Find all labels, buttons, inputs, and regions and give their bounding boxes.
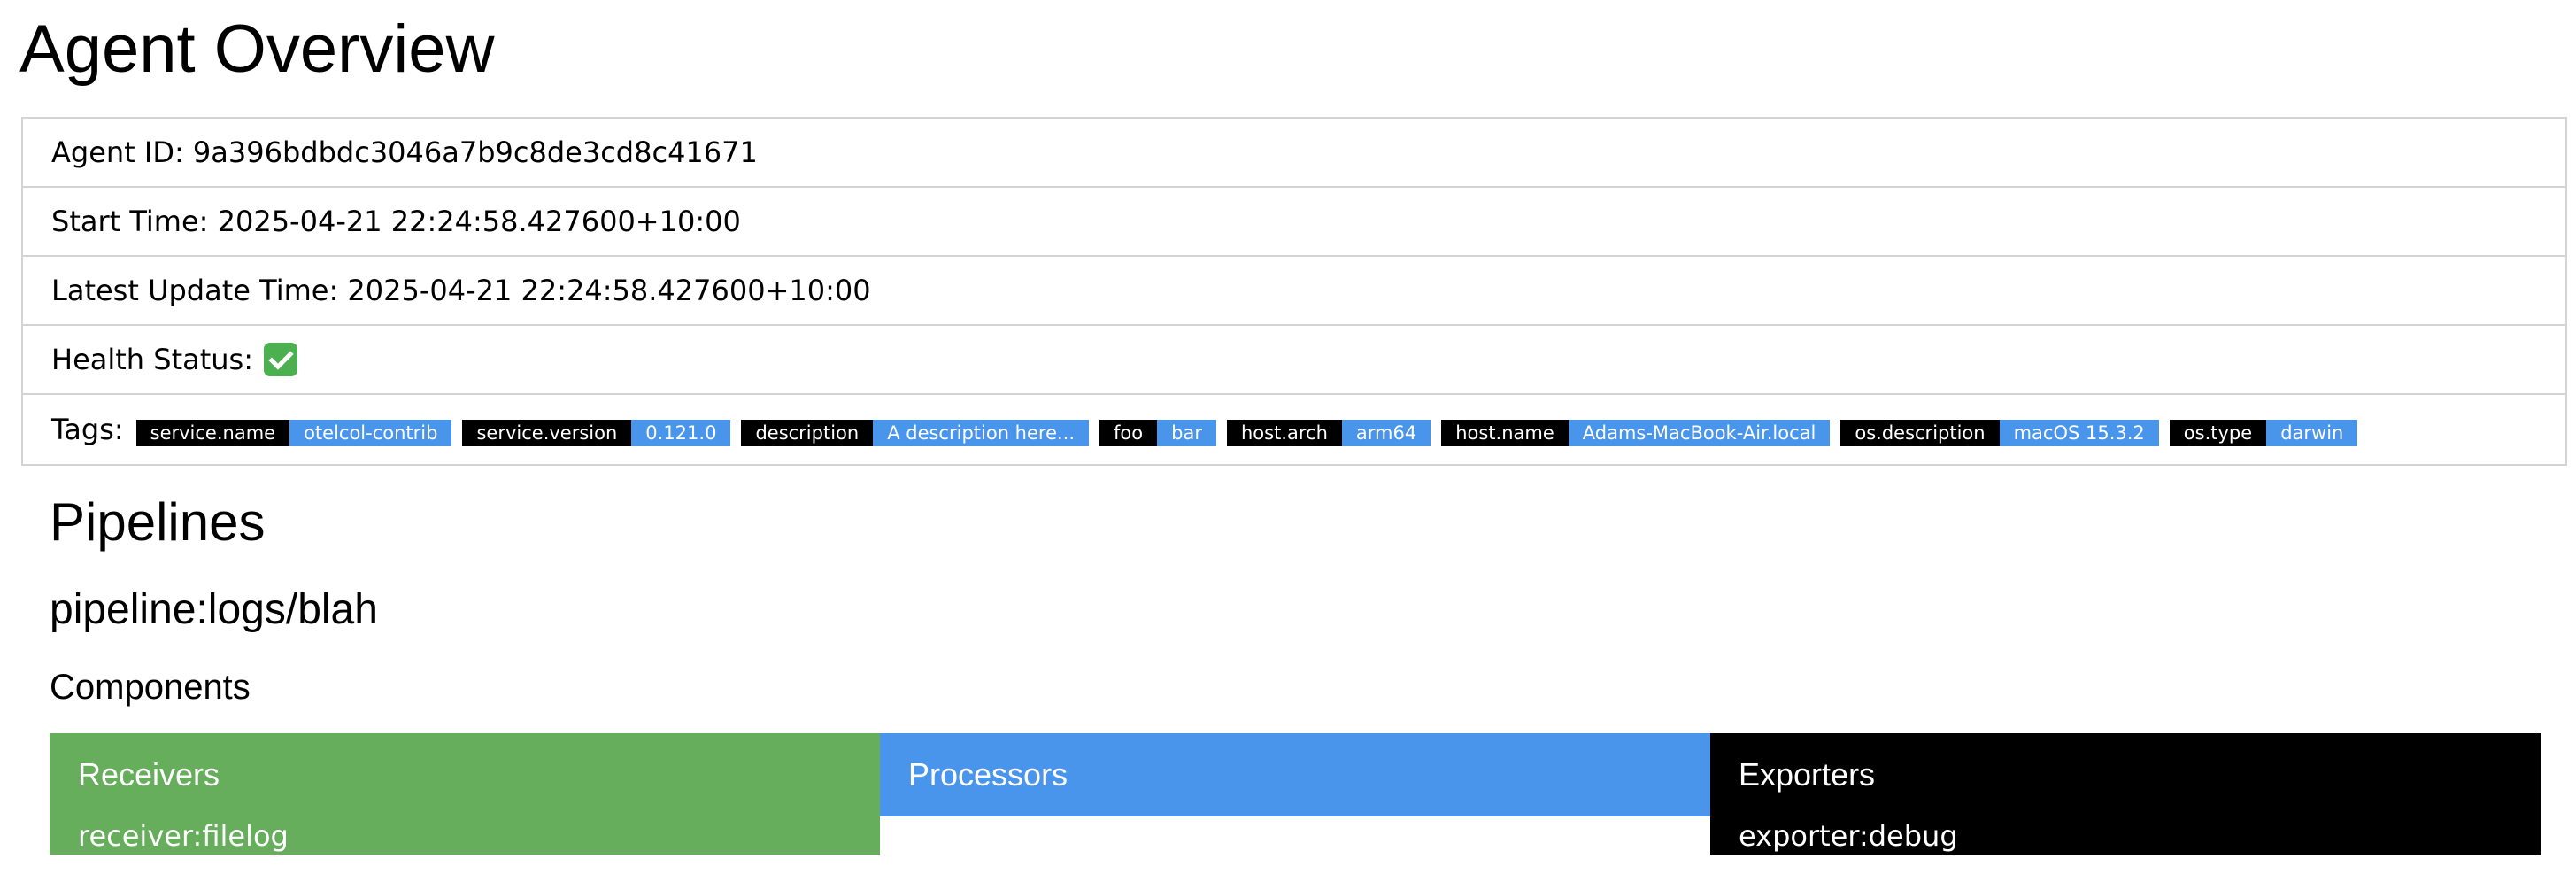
processors-panel: Processors <box>880 733 1710 816</box>
tag-badge: description A description here... <box>741 420 1090 446</box>
tag-badge: foo bar <box>1099 420 1216 446</box>
processors-title: Processors <box>908 756 1068 793</box>
pipeline-name: pipeline:logs/blah <box>50 586 378 633</box>
tag-value: arm64 <box>1341 420 1431 446</box>
latest-update-row: Latest Update Time: 2025-04-21 22:24:58.… <box>23 257 2565 326</box>
tag-badge: service.version 0.121.0 <box>462 420 731 446</box>
tag-value: Adams-MacBook-Air.local <box>1568 420 1831 446</box>
tag-badge: service.name otelcol-contrib <box>135 420 452 446</box>
tag-value: A description here... <box>873 420 1090 446</box>
tag-badge: os.type darwin <box>2169 420 2358 446</box>
tag-value: otelcol-contrib <box>289 420 452 446</box>
health-status-label: Health Status: <box>51 343 253 376</box>
pipelines-heading: Pipelines <box>50 492 266 552</box>
agent-info-list: Agent ID: 9a396bdbdc3046a7b9c8de3cd8c416… <box>21 117 2567 466</box>
agent-id-row: Agent ID: 9a396bdbdc3046a7b9c8de3cd8c416… <box>23 119 2565 188</box>
tags-label: Tags: <box>51 413 124 446</box>
page-title: Agent Overview <box>19 12 495 87</box>
tag-key: os.type <box>2169 420 2267 446</box>
tag-badge: host.arch arm64 <box>1226 420 1431 446</box>
tag-value: macOS 15.3.2 <box>1999 420 2159 446</box>
health-status-row: Health Status: <box>23 326 2565 395</box>
tag-badge: host.name Adams-MacBook-Air.local <box>1441 420 1831 446</box>
tag-key: foo <box>1099 420 1158 446</box>
tag-key: host.arch <box>1226 420 1342 446</box>
exporters-panel: Exporters exporter:debug <box>1710 733 2541 855</box>
tag-list: service.name otelcol-contrib service.versi… <box>135 413 2369 446</box>
latest-update-text: Latest Update Time: 2025-04-21 22:24:58.… <box>51 274 871 307</box>
tags-row: Tags: service.name otelcol-contrib service… <box>23 395 2565 464</box>
tag-key: os.description <box>1840 420 2000 446</box>
tag-key: service.version <box>462 420 632 446</box>
start-time-row: Start Time: 2025-04-21 22:24:58.427600+1… <box>23 188 2565 257</box>
receivers-title: Receivers <box>78 756 220 793</box>
check-mark-icon <box>264 343 297 376</box>
agent-id-text: Agent ID: 9a396bdbdc3046a7b9c8de3cd8c416… <box>51 135 758 169</box>
receiver-item: receiver:filelog <box>78 819 289 853</box>
tag-value: 0.121.0 <box>631 420 731 446</box>
components-heading: Components <box>50 668 251 707</box>
start-time-text: Start Time: 2025-04-21 22:24:58.427600+1… <box>51 205 741 238</box>
tag-key: host.name <box>1441 420 1569 446</box>
tag-key: description <box>741 420 874 446</box>
tag-key: service.name <box>135 420 290 446</box>
tag-badge: os.description macOS 15.3.2 <box>1840 420 2159 446</box>
tag-value: darwin <box>2266 420 2358 446</box>
receivers-panel: Receivers receiver:filelog <box>50 733 880 855</box>
exporter-item: exporter:debug <box>1739 819 1958 853</box>
exporters-title: Exporters <box>1739 756 1876 793</box>
tag-value: bar <box>1157 420 1216 446</box>
